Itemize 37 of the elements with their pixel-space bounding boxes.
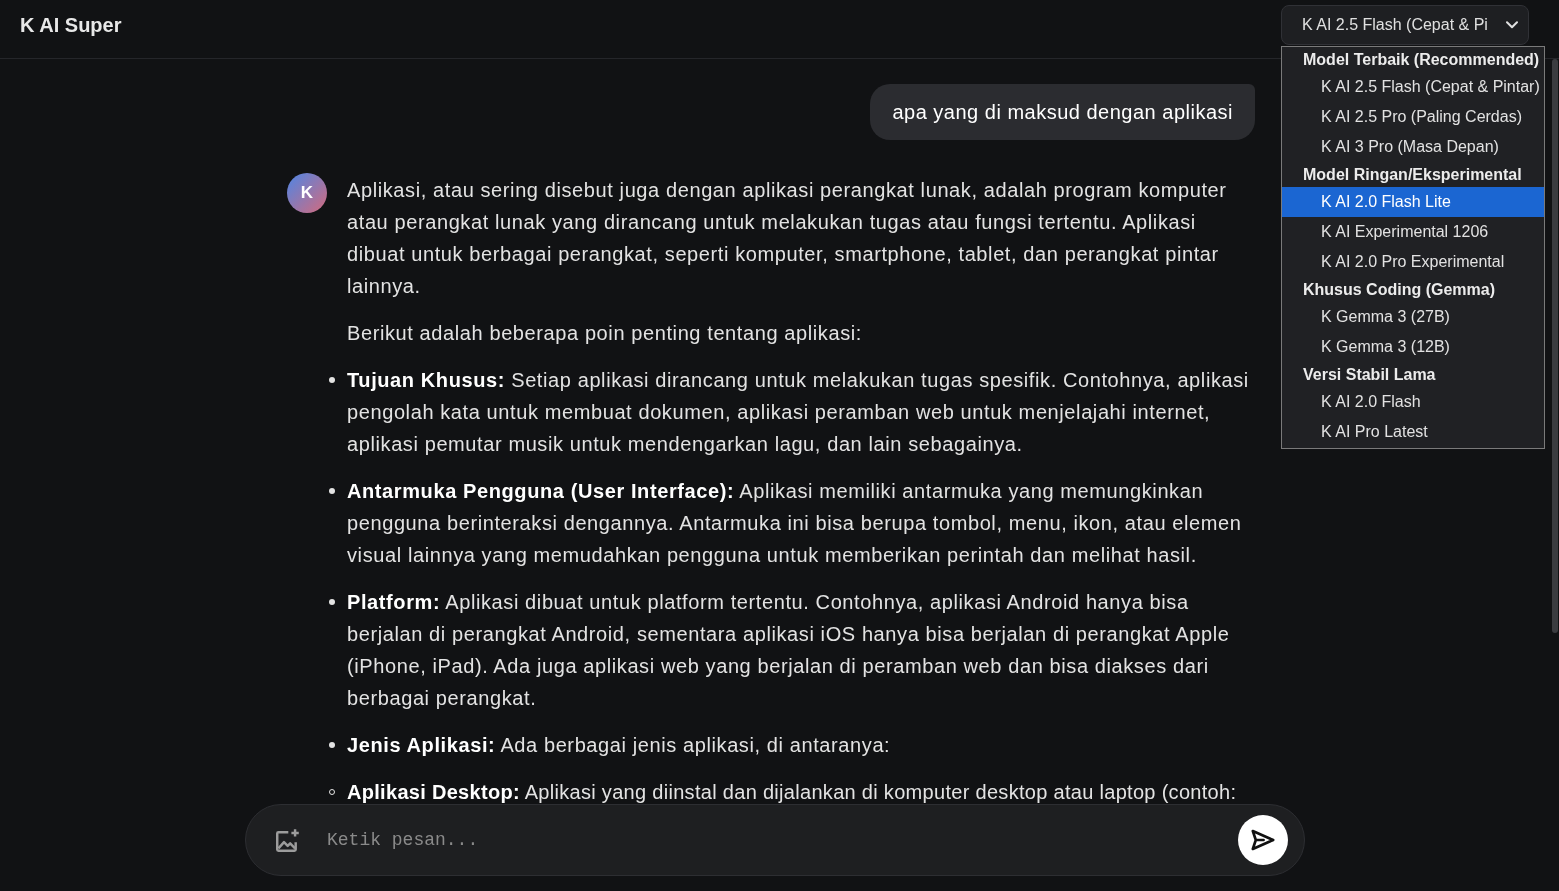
model-option[interactable]: K AI Experimental 1206 <box>1282 217 1544 247</box>
bullet-icon <box>329 599 335 605</box>
model-select[interactable]: K AI 2.5 Flash (Cepat & Pi <box>1281 5 1529 45</box>
message-input[interactable]: Ketik pesan... <box>325 829 1238 851</box>
list-item-text: Antarmuka Pengguna (User Interface): Aplikasi memiliki antarmuka yang memungkinkan pengguna berinteraksi dengannya. Antarmuka ini bisa berupa tombol, menu, ikon, atau elemen visual lainnya yang memudahkan pengguna untuk memberikan perintah dan melihat hasil. <box>347 479 1243 568</box>
scrollbar-thumb[interactable] <box>1552 59 1558 633</box>
option-group-label: Model Ringan/Eksperimental <box>1302 165 1523 185</box>
model-option[interactable]: K AI 2.5 Flash (Cepat & Pintar) <box>1282 72 1544 102</box>
message-paragraph: Berikut adalah beberapa poin penting tentang aplikasi: <box>347 321 863 346</box>
model-option[interactable]: K AI 2.0 Flash <box>1282 387 1544 417</box>
model-option[interactable]: K Gemma 3 (12B) <box>1282 332 1544 362</box>
model-option[interactable]: K AI Pro Latest <box>1282 417 1544 447</box>
model-option[interactable]: K AI 2.5 Pro (Paling Cerdas) <box>1282 102 1544 132</box>
bullet-icon <box>329 377 335 383</box>
option-group-label: Khusus Coding (Gemma) <box>1302 280 1496 300</box>
assistant-avatar: K <box>287 173 327 213</box>
bullet-icon <box>329 742 335 748</box>
list-item-text: Platform: Aplikasi dibuat untuk platform tertentu. Contohnya, aplikasi Android hanya bisa berjalan di perangkat Android, sementara aplikasi iOS hanya bisa berjalan di perangkat Apple (iPhone, iPad). Ada juga aplikasi web yang berjalan di peramban web dan bisa diakses dari berbagai perangkat. <box>347 590 1231 711</box>
list-item-text: Jenis Aplikasi: Ada berbagai jenis aplikasi, di antaranya: <box>347 733 891 758</box>
message-composer[interactable]: Ketik pesan... <box>245 804 1305 876</box>
send-icon <box>1251 829 1275 851</box>
model-option[interactable]: K AI 3 Pro (Masa Depan) <box>1282 132 1544 162</box>
add-image-button[interactable] <box>276 828 300 852</box>
user-message: apa yang di maksud dengan aplikasi <box>870 84 1255 140</box>
send-button[interactable] <box>1238 815 1288 865</box>
bullet-icon <box>329 488 335 494</box>
model-option[interactable]: K AI 2.0 Pro Experimental <box>1282 247 1544 277</box>
chevron-icon <box>1506 21 1518 29</box>
app-title: K AI Super <box>20 13 122 38</box>
message-paragraph: Aplikasi, atau sering disebut juga dengan aplikasi perangkat lunak, adalah program komputer atau perangkat lunak yang dirancang untuk melakukan tugas atau fungsi tertentu. Aplikasi dibuat untuk berbagai perangkat, seperti komputer, smartphone, tablet, dan perangkat pintar lainnya. <box>347 178 1228 299</box>
model-option[interactable]: K Gemma 3 (27B) <box>1282 302 1544 332</box>
list-item-text: Aplikasi Desktop: Aplikasi yang diinstal dan dijalankan di komputer desktop atau laptop (contoh: <box>347 780 1237 804</box>
option-group-label: Versi Stabil Lama <box>1302 365 1437 385</box>
model-option[interactable]: K AI 2.0 Flash Lite <box>1282 187 1544 217</box>
list-item-text: Tujuan Khusus: Setiap aplikasi dirancang untuk melakukan tugas spesifik. Contohnya, aplikasi pengolah kata untuk membuat dokumen, aplikasi peramban web untuk menjelajahi internet, aplikasi pemutar musik untuk mendengarkan lagu, dan lain sebagainya. <box>347 368 1250 457</box>
image-add-icon <box>276 828 300 852</box>
option-group-label: Model Terbaik (Recommended) <box>1302 50 1541 70</box>
